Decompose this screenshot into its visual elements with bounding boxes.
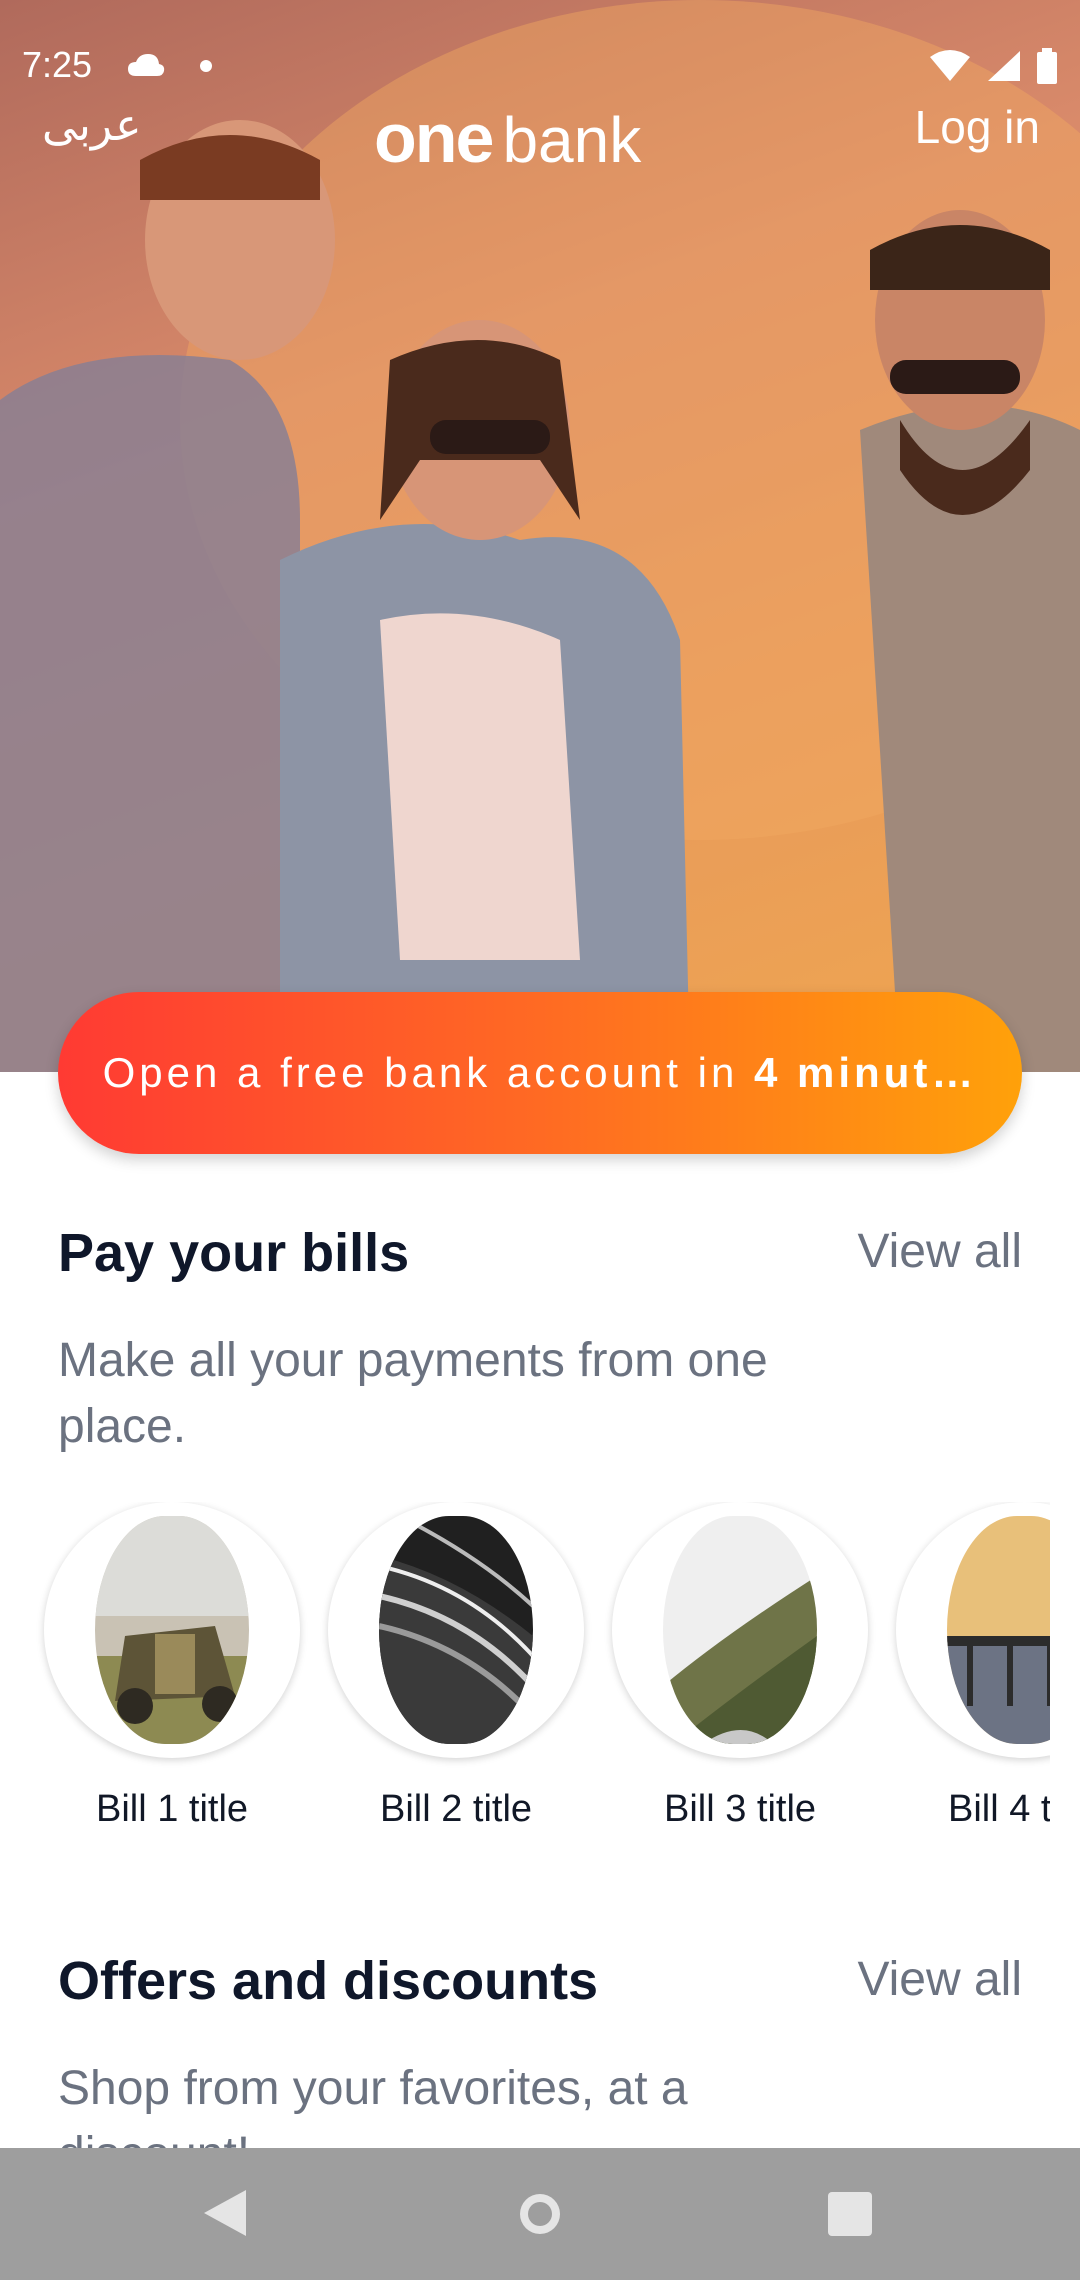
bill-1-label: Bill 1 title	[95, 1788, 249, 1830]
language-toggle[interactable]: عربى	[42, 100, 141, 151]
cloud-icon	[128, 54, 165, 76]
status-time: 7:25	[22, 44, 93, 85]
open-account-label: Open a free bank account in 4 minut…	[103, 1049, 978, 1097]
logo-bank: bank	[502, 104, 642, 176]
cta-text-bold: 4 minut…	[754, 1049, 978, 1096]
onebank-logo: one bank	[374, 98, 641, 178]
bill-4-label: Bill 4 title	[947, 1788, 1050, 1830]
bill-3-image	[663, 1516, 817, 1744]
bills-section-description: Make all your payments from one place.	[58, 1334, 768, 1453]
bill-item-4[interactable]: Bill 4 title	[896, 1502, 1050, 1831]
bills-section-title: Pay your bills	[58, 1223, 410, 1283]
system-nav-bar	[0, 2148, 1080, 2280]
offers-view-all-link[interactable]: View all	[857, 1952, 1022, 2007]
login-button[interactable]: Log in	[915, 100, 1040, 154]
bill-4-circle	[896, 1502, 1050, 1758]
battery-icon	[1037, 48, 1057, 84]
bills-view-all-link[interactable]: View all	[857, 1224, 1022, 1279]
bill-4-image	[947, 1516, 1050, 1744]
back-icon[interactable]	[202, 2188, 248, 2238]
offers-section-title: Offers and discounts	[58, 1951, 599, 2011]
hero-banner: 7:25 عربى one bank Log in	[0, 0, 1080, 1072]
bill-item-3[interactable]: Bill 3 title	[612, 1502, 868, 1831]
wifi-icon	[930, 50, 970, 81]
bill-item-2[interactable]: Bill 2 title	[328, 1502, 584, 1831]
bill-item-1[interactable]: Bill 1 title	[44, 1502, 300, 1831]
notification-dot	[200, 60, 212, 72]
signal-icon	[988, 51, 1020, 81]
bill-2-circle	[328, 1502, 584, 1758]
bill-3-circle	[612, 1502, 868, 1758]
open-account-button[interactable]: Open a free bank account in 4 minut…	[58, 992, 1022, 1154]
bill-3-label: Bill 3 title	[663, 1788, 817, 1830]
recent-apps-icon[interactable]	[828, 2192, 872, 2236]
bill-2-image	[379, 1516, 533, 1744]
home-icon[interactable]	[518, 2192, 562, 2236]
logo-one: one	[374, 99, 494, 177]
bill-1-image	[95, 1516, 249, 1744]
bill-1-circle	[44, 1502, 300, 1758]
bill-2-label: Bill 2 title	[379, 1788, 533, 1830]
status-icons	[928, 48, 1058, 84]
bills-carousel[interactable]: Bill 1 title Bill 2 title Bill 3 title B…	[0, 1502, 1050, 1882]
cta-text-regular: Open a free bank account in	[102, 1049, 754, 1096]
